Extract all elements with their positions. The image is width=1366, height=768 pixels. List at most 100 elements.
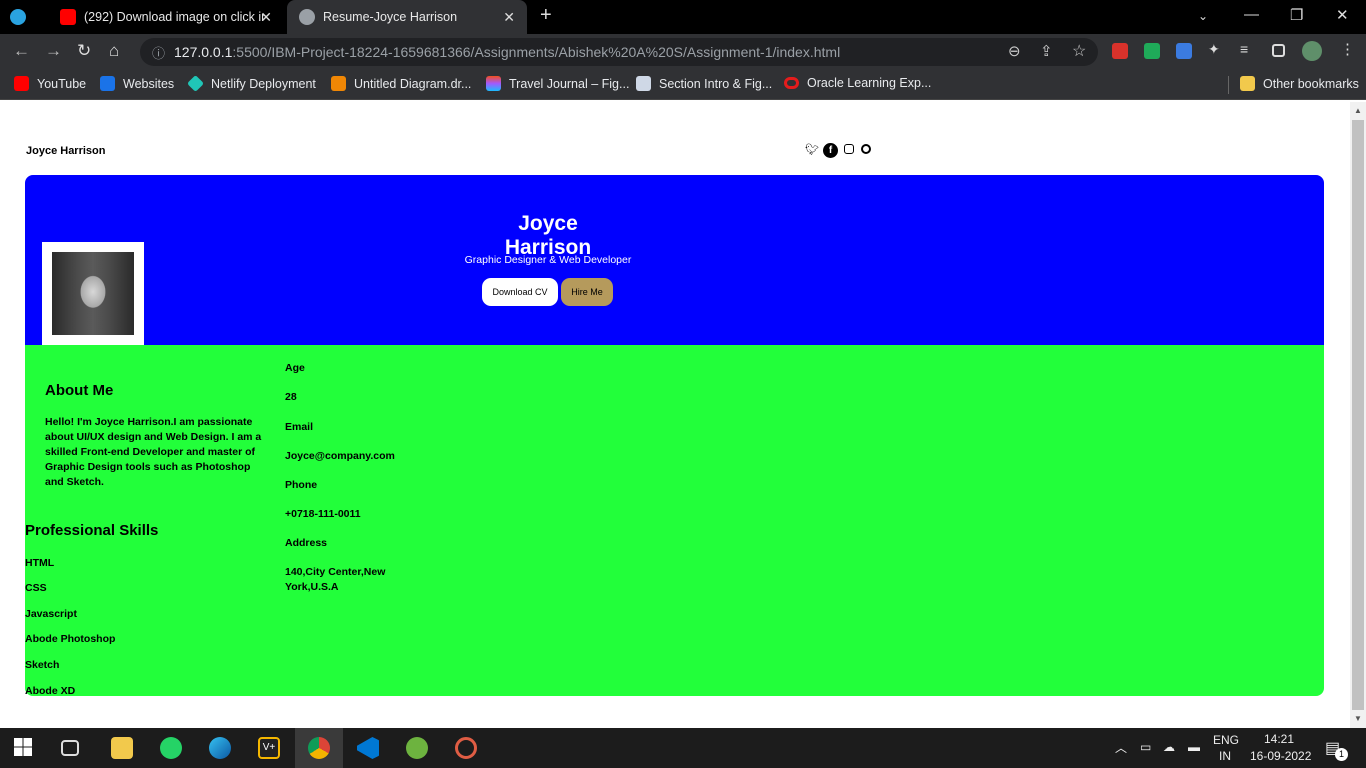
extension-icon[interactable] [1112,43,1128,59]
websites-icon [100,76,115,91]
skill-item: Sketch [25,659,60,671]
app-circle-icon[interactable] [455,737,477,759]
folder-icon [1240,76,1255,91]
network-icon[interactable]: ▭ [1140,740,1151,754]
close-icon[interactable]: ✕ [503,9,515,26]
address-bar[interactable]: ⓘ 127.0.0.1:5500/IBM-Project-18224-16596… [140,38,1098,66]
whatsapp-icon[interactable] [160,737,182,759]
tab-label: (292) Download image on click in [84,10,264,24]
hero-name: Joyce Harrison [504,212,592,259]
skill-item: HTML [25,557,55,569]
language-top[interactable]: ENG [1213,733,1239,747]
address-value: 140,City Center,New York,U.S.A [285,566,386,593]
chevron-up-icon[interactable]: ︿ [1115,739,1127,756]
facebook-icon[interactable]: f [823,143,838,158]
avatar[interactable] [1302,41,1322,61]
scrollbar-thumb[interactable] [1352,120,1364,710]
bookmark-websites[interactable]: Websites [100,76,174,91]
restore-icon[interactable]: ❐ [1290,6,1303,24]
windows-taskbar: V+ ︿ ▭ ☁ ▬ ENG IN 14:21 16-09-2022 ▤ 1 [0,728,1366,768]
other-bookmarks[interactable]: Other bookmarks [1240,76,1359,91]
tab-telegram[interactable] [10,0,46,34]
instagram-icon[interactable] [844,144,854,154]
windows-start-icon[interactable] [14,738,32,756]
scroll-down-icon[interactable]: ▼ [1354,714,1362,723]
hero-section: Joyce Harrison Graphic Designer & Web De… [25,175,1324,345]
shield-icon[interactable] [1144,43,1160,59]
profile-photo-frame [42,242,144,345]
forward-icon[interactable]: → [45,41,62,61]
spring-icon[interactable] [406,737,428,759]
share-icon[interactable]: ⇪ [1040,42,1053,60]
netlify-icon [187,75,204,92]
chrome-icon[interactable] [308,737,330,759]
menu-icon[interactable]: ⋮ [1340,40,1356,58]
bookmark-diagram[interactable]: Untitled Diagram.dr... [331,76,471,91]
bookmark-travel[interactable]: Travel Journal – Fig... [486,76,629,91]
github-icon[interactable] [861,144,871,154]
skills-heading: Professional Skills [25,522,159,539]
close-window-icon[interactable]: ✕ [1336,6,1349,24]
bookmark-oracle[interactable]: Oracle Learning Exp... [784,76,931,90]
figma-icon [486,76,501,91]
reload-icon[interactable]: ↻ [77,41,91,61]
skill-item: Javascript [25,608,77,620]
about-text: Hello! I'm Joyce Harrison.I am passionat… [45,416,262,488]
bookmark-section[interactable]: Section Intro & Fig... [636,76,772,91]
skill-item: Abode XD [25,685,76,697]
language-bottom[interactable]: IN [1219,749,1231,763]
bookmarks-bar: YouTube Websites Netlify Deployment Unti… [0,70,1366,100]
oracle-icon [784,77,799,89]
section-icon [636,76,651,91]
address-label: Address [285,537,328,549]
youtube-icon [14,76,29,91]
url-text: 127.0.0.1:5500/IBM-Project-18224-1659681… [174,44,841,60]
home-icon[interactable]: ⌂ [109,41,119,61]
battery-icon[interactable]: ▬ [1188,740,1200,754]
age-value: 28 [285,391,297,403]
hero-title: Graphic Designer & Web Developer [464,254,632,266]
phone-value: +0718-111-0011 [285,508,361,520]
info-icon[interactable]: ⓘ [152,43,165,62]
media-icon[interactable]: ≡ [1240,41,1256,57]
profile-photo [52,252,134,335]
puzzle-icon[interactable]: ✦ [1208,41,1224,57]
twitter-icon[interactable]: 🐦︎ [805,143,819,156]
hire-me-button[interactable]: Hire Me [561,278,613,306]
side-panel-icon[interactable] [1272,44,1285,57]
about-heading: About Me [45,382,114,399]
tab-resume[interactable]: Resume-Joyce Harrison ✕ [287,0,527,34]
edge-icon[interactable] [209,737,231,759]
site-name: Joyce Harrison [26,145,106,157]
youtube-icon [60,9,76,25]
download-ext-icon[interactable] [1176,43,1192,59]
clock-time[interactable]: 14:21 [1264,732,1294,746]
file-explorer-icon[interactable] [111,737,133,759]
bookmark-netlify[interactable]: Netlify Deployment [187,75,316,92]
minimize-icon[interactable]: — [1244,6,1259,23]
drawio-icon [331,76,346,91]
browser-toolbar: ← → ↻ ⌂ ⓘ 127.0.0.1:5500/IBM-Project-182… [0,34,1366,70]
cloud-icon[interactable]: ☁ [1163,740,1175,754]
scroll-up-icon[interactable]: ▲ [1354,106,1362,115]
new-tab-button[interactable]: + [540,4,552,27]
vscode-icon[interactable] [357,737,379,759]
skill-item: Abode Photoshop [25,633,116,645]
download-cv-button[interactable]: Download CV [482,278,558,306]
bookmark-star-icon[interactable]: ☆ [1072,41,1086,61]
clock-date[interactable]: 16-09-2022 [1250,749,1311,763]
back-icon[interactable]: ← [13,41,30,61]
task-view-icon[interactable] [61,740,79,756]
page-scrollbar[interactable]: ▲ ▼ [1350,102,1366,728]
close-icon[interactable]: ✕ [260,9,272,26]
vplus-icon[interactable]: V+ [258,737,280,759]
age-label: Age [285,362,305,374]
browser-tab-bar: (292) Download image on click in ✕ Resum… [0,0,1366,34]
bookmarks-divider [1228,76,1229,94]
bookmark-youtube[interactable]: YouTube [14,76,86,91]
email-value: Joyce@company.com [285,450,395,462]
phone-label: Phone [285,479,318,491]
zoom-icon[interactable]: ⊖ [1008,42,1021,60]
tab-youtube[interactable]: (292) Download image on click in ✕ [52,0,284,34]
chevron-down-icon[interactable]: ⌄ [1198,9,1208,23]
